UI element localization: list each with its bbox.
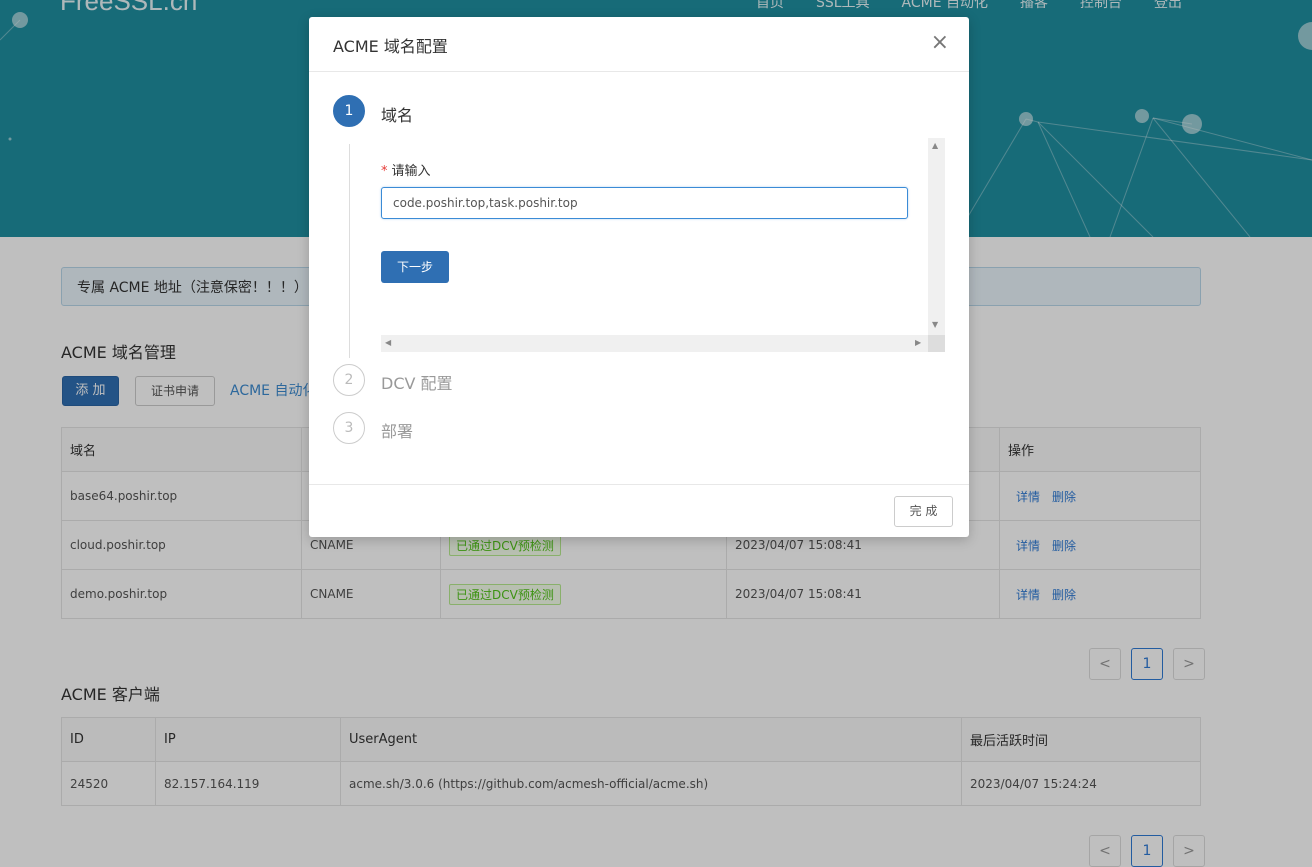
- step-1-indicator: 1: [333, 95, 365, 127]
- required-mark: *: [381, 164, 388, 179]
- step-3-title: 部署: [381, 422, 414, 441]
- vertical-scrollbar[interactable]: ▲ ▼: [928, 138, 945, 352]
- scroll-up-icon[interactable]: ▲: [932, 141, 938, 150]
- step-2-title: DCV 配置: [381, 374, 453, 393]
- step-3-indicator: 3: [333, 412, 365, 444]
- horizontal-scrollbar[interactable]: ◀ ▶: [381, 335, 928, 352]
- scroll-right-icon[interactable]: ▶: [915, 338, 921, 347]
- acme-domain-config-modal: ACME 域名配置 × 1 域名 ▲ ▼ ◀ ▶ *请输入 下一步 2 DCV …: [309, 17, 969, 537]
- step-1-title: 域名: [381, 106, 414, 125]
- close-icon[interactable]: ×: [931, 31, 949, 55]
- next-step-button[interactable]: 下一步: [381, 251, 449, 283]
- field-label-text: 请输入: [391, 164, 431, 179]
- finish-button[interactable]: 完 成: [894, 496, 953, 527]
- step-content-scroll-area: [381, 138, 945, 352]
- step-connector: [349, 144, 350, 358]
- modal-footer: 完 成: [309, 484, 969, 537]
- scrollbar-corner: [928, 335, 945, 352]
- step-2-indicator: 2: [333, 364, 365, 396]
- scroll-down-icon[interactable]: ▼: [932, 320, 938, 329]
- modal-header: ACME 域名配置 ×: [309, 17, 969, 72]
- domain-input[interactable]: [381, 187, 908, 219]
- scroll-left-icon[interactable]: ◀: [385, 338, 391, 347]
- modal-title: ACME 域名配置: [333, 37, 448, 56]
- domain-field-label: * 请输入: [381, 160, 431, 179]
